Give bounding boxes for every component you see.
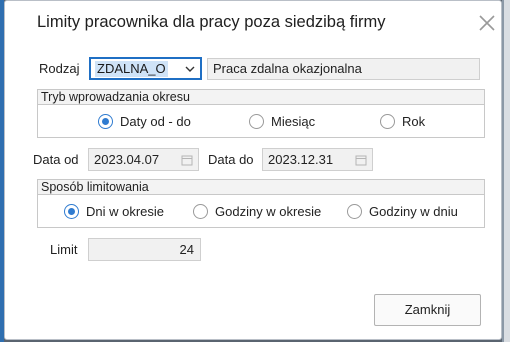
- radio-daty-od-do[interactable]: Daty od - do: [98, 114, 191, 129]
- radio-miesiac[interactable]: Miesiąc: [249, 114, 315, 129]
- data-do-label: Data do: [208, 152, 254, 167]
- radio-godziny-w-okresie[interactable]: Godziny w okresie: [193, 204, 321, 219]
- close-icon[interactable]: [475, 11, 499, 35]
- limits-dialog: Limity pracownika dla pracy poza siedzib…: [4, 0, 502, 340]
- chevron-down-icon: [185, 66, 195, 72]
- data-do-value: 2023.12.31: [268, 152, 334, 167]
- tryb-group: Daty od - do Miesiąc Rok: [37, 105, 485, 138]
- data-od-value: 2023.04.07: [94, 152, 160, 167]
- limit-label: Limit: [50, 242, 78, 257]
- data-od-field[interactable]: 2023.04.07: [88, 148, 199, 171]
- radio-label: Dni w okresie: [86, 204, 165, 219]
- rodzaj-description: Praca zdalna okazjonalna: [207, 58, 480, 80]
- data-od-label: Data od: [33, 152, 79, 167]
- radio-label: Miesiąc: [271, 114, 316, 129]
- radio-unselected-icon: [347, 204, 362, 219]
- radio-unselected-icon: [380, 114, 395, 129]
- radio-selected-icon: [98, 114, 113, 129]
- radio-selected-icon: [64, 204, 79, 219]
- radio-rok[interactable]: Rok: [380, 114, 425, 129]
- radio-godziny-w-dniu[interactable]: Godziny w dniu: [347, 204, 458, 219]
- radio-label: Daty od - do: [120, 114, 191, 129]
- limit-field[interactable]: 24: [88, 238, 201, 261]
- background-scrollbar: [502, 0, 510, 342]
- calendar-icon[interactable]: [355, 154, 367, 166]
- radio-label: Godziny w dniu: [369, 204, 458, 219]
- sposob-group: Dni w okresie Godziny w okresie Godziny …: [37, 195, 485, 228]
- close-button[interactable]: Zamknij: [374, 294, 481, 326]
- radio-unselected-icon: [249, 114, 264, 129]
- data-do-field[interactable]: 2023.12.31: [262, 148, 373, 171]
- dialog-title: Limity pracownika dla pracy poza siedzib…: [37, 13, 386, 31]
- radio-dni-w-okresie[interactable]: Dni w okresie: [64, 204, 164, 219]
- sposob-group-header: Sposób limitowania: [37, 179, 485, 195]
- radio-label: Godziny w okresie: [215, 204, 322, 219]
- rodzaj-select-value: ZDALNA_O: [95, 61, 168, 77]
- rodzaj-label: Rodzaj: [39, 61, 80, 76]
- tryb-group-header: Tryb wprowadzania okresu: [37, 89, 485, 105]
- radio-label: Rok: [402, 114, 426, 129]
- calendar-icon[interactable]: [181, 154, 193, 166]
- radio-unselected-icon: [193, 204, 208, 219]
- rodzaj-select[interactable]: ZDALNA_O: [89, 57, 202, 80]
